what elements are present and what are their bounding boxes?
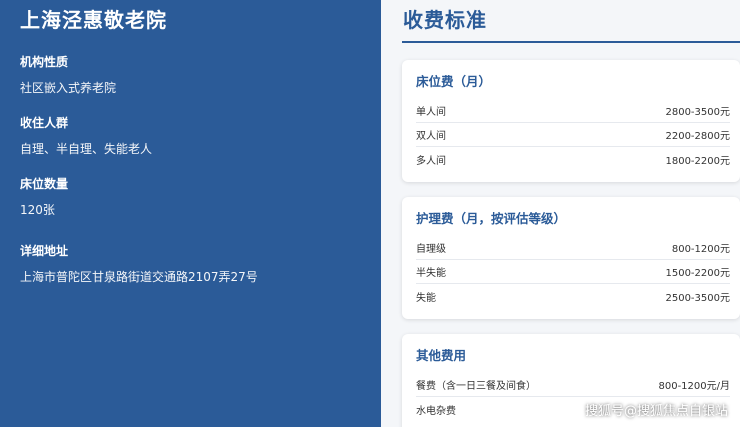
fee-price: 800-1200元/月	[658, 381, 730, 392]
fee-price: 1500-2200元	[665, 268, 730, 279]
card-title: 护理费（月，按评估等级）	[416, 211, 567, 226]
fee-price: 800-1200元	[671, 244, 730, 255]
fee-price: 1800-2200元	[665, 155, 730, 167]
bed-fee-card: 床位费（月） 单人间 2800-3500元 双人间 2200-2800元 多人间…	[402, 60, 740, 182]
fee-name: 双人间	[416, 131, 446, 142]
institution-title: 上海泾惠敬老院	[20, 8, 167, 32]
fee-heading: 收费标准	[403, 8, 487, 32]
fee-price: 2200-2800元	[665, 131, 730, 142]
fee-row: 双人间 2200-2800元	[416, 123, 730, 147]
fee-row: 自理级 800-1200元	[416, 236, 730, 260]
fee-name: 多人间	[416, 155, 446, 167]
fee-row: 半失能 1500-2200元	[416, 260, 730, 284]
fee-price: 2800-3500元	[665, 107, 730, 118]
fee-row: 失能 2500-3500元	[416, 284, 730, 308]
nature-label: 机构性质	[20, 55, 69, 69]
address-value: 上海市普陀区甘泉路街道交通路2107弄27号	[20, 270, 258, 284]
card-title: 床位费（月）	[416, 74, 492, 89]
fee-row: 多人间 1800-2200元	[416, 147, 730, 171]
fee-panel: 收费标准 床位费（月） 单人间 2800-3500元 双人间 2200-2800…	[381, 0, 740, 427]
residents-label: 收住人群	[20, 116, 69, 130]
fee-row: 餐费（含一日三餐及间食） 800-1200元/月	[416, 373, 730, 397]
fee-name: 餐费（含一日三餐及间食）	[416, 381, 536, 392]
beds-value: 120张	[20, 203, 55, 217]
card-title: 其他费用	[416, 348, 467, 363]
heading-divider	[402, 41, 740, 43]
fee-name: 单人间	[416, 107, 446, 118]
residents-value: 自理、半自理、失能老人	[20, 142, 153, 156]
info-panel: 上海泾惠敬老院 机构性质 社区嵌入式养老院 收住人群 自理、半自理、失能老人 床…	[0, 0, 381, 427]
fee-name: 失能	[416, 292, 436, 304]
watermark: 搜狐号@搜狐焦点自银站	[584, 404, 728, 419]
fee-price: 2500-3500元	[665, 292, 730, 304]
fee-name: 自理级	[416, 244, 446, 255]
fee-name: 水电杂费	[416, 405, 456, 417]
address-label: 详细地址	[20, 244, 69, 258]
nature-value: 社区嵌入式养老院	[20, 81, 117, 95]
fee-name: 半失能	[416, 268, 446, 279]
fee-row: 单人间 2800-3500元	[416, 99, 730, 123]
nursing-fee-card: 护理费（月，按评估等级） 自理级 800-1200元 半失能 1500-2200…	[402, 197, 740, 319]
beds-label: 床位数量	[20, 177, 69, 191]
